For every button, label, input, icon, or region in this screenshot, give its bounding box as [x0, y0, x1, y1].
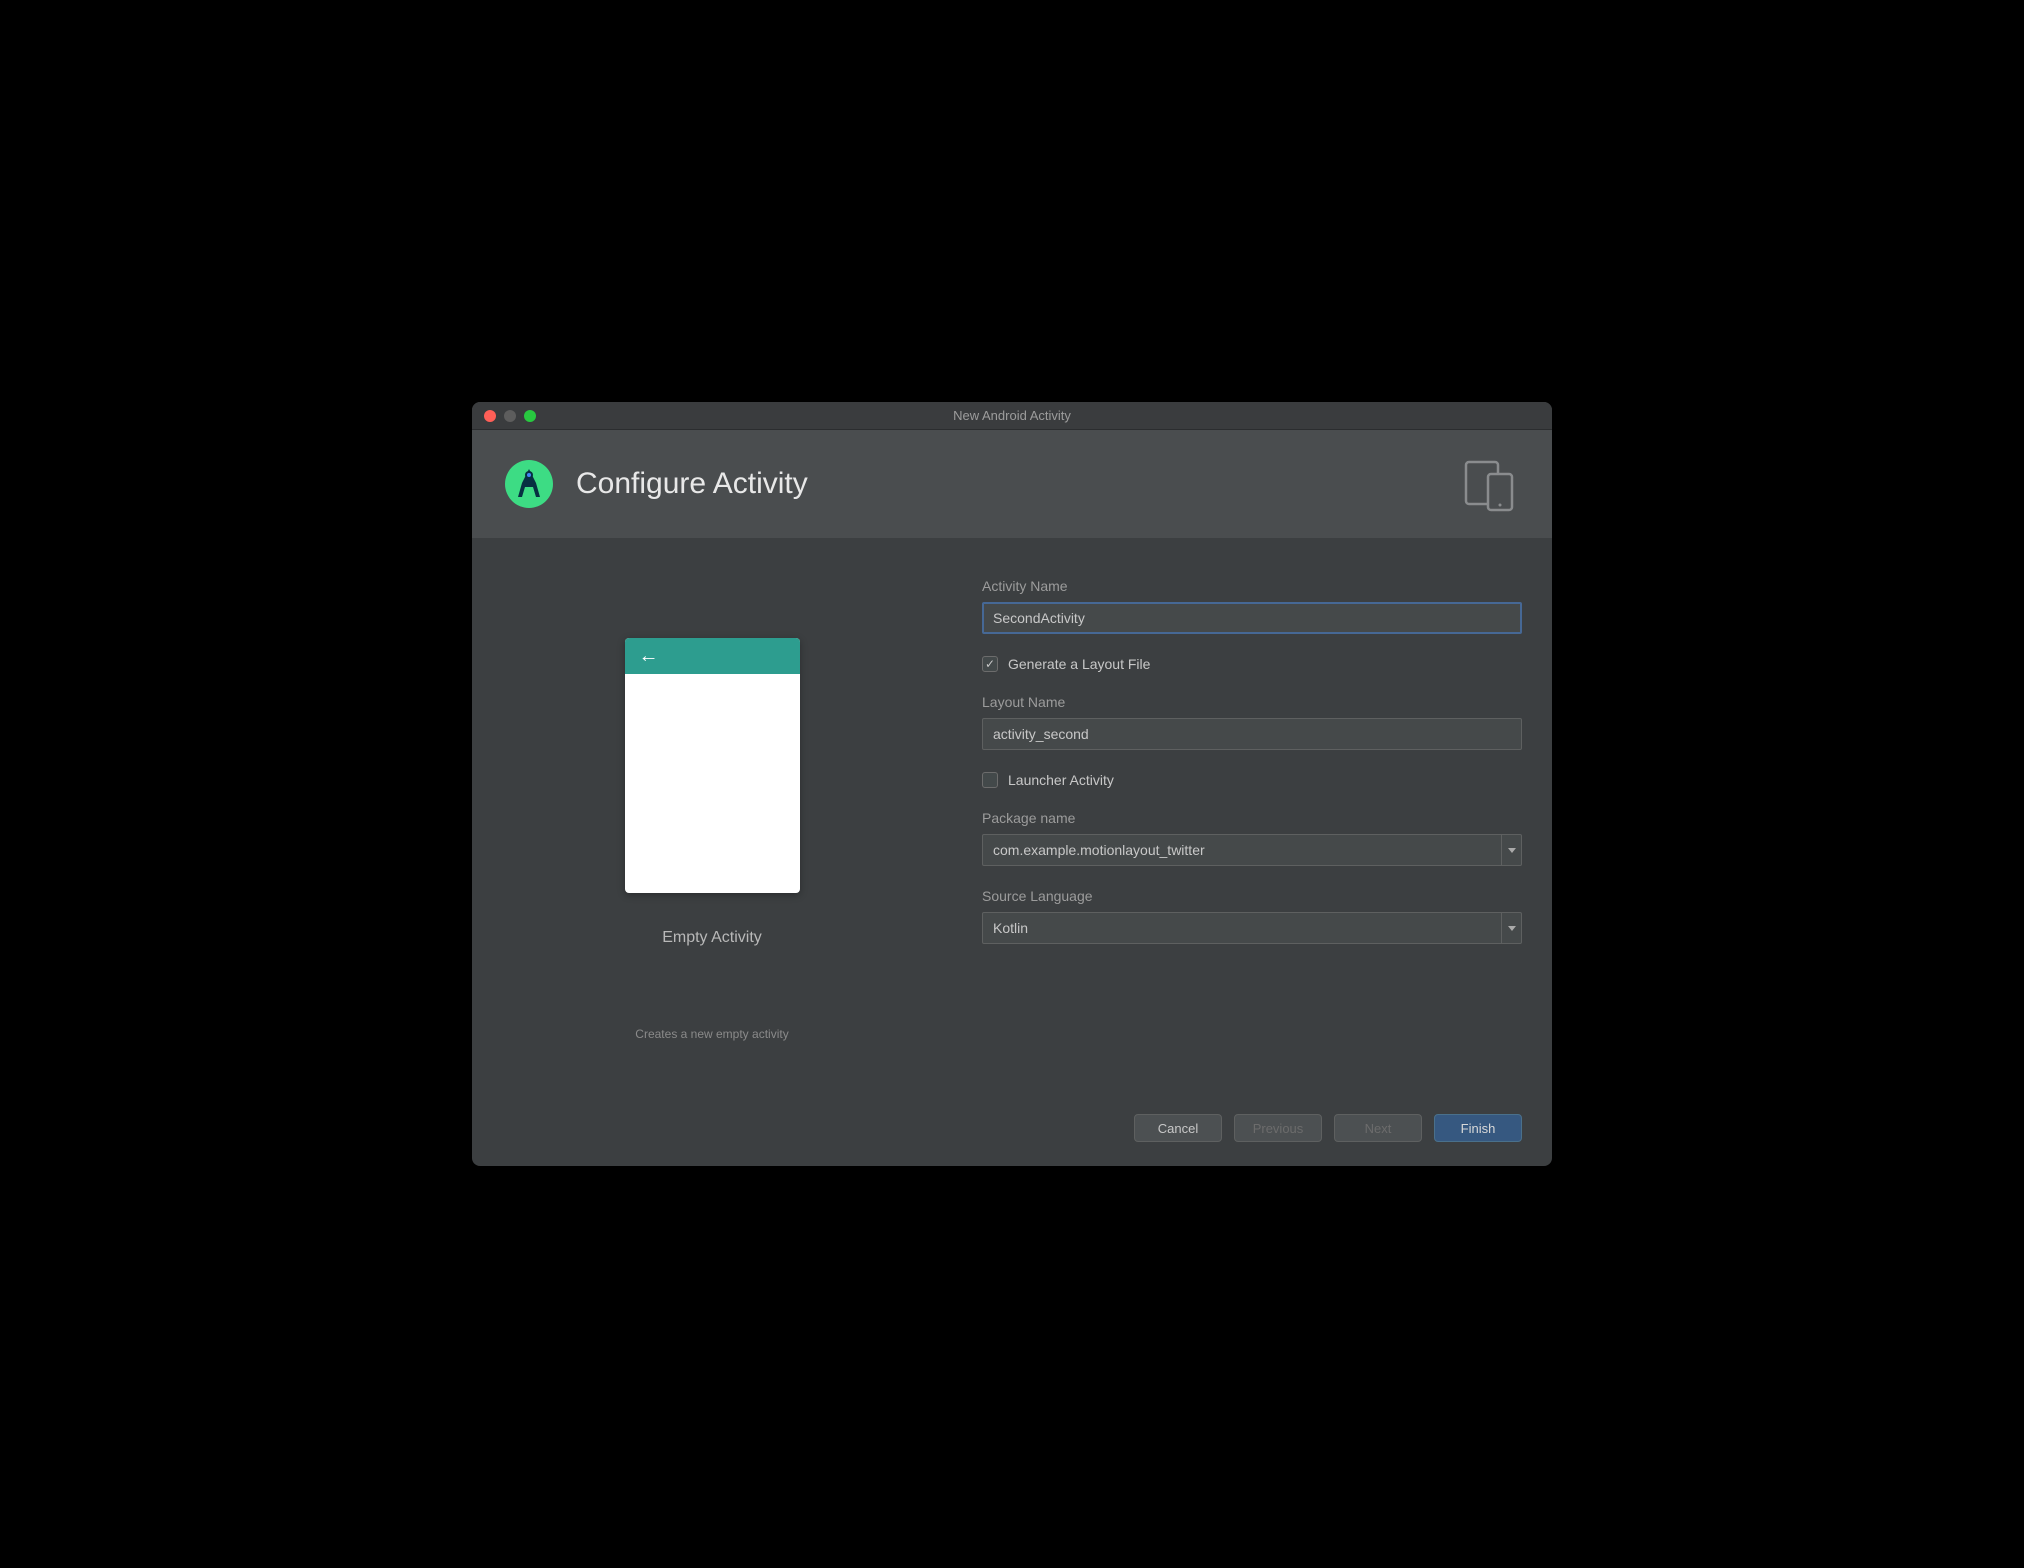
dialog-window: New Android Activity Configure Activity … — [472, 402, 1552, 1166]
chevron-down-icon — [1501, 913, 1521, 943]
launcher-activity-checkbox[interactable] — [982, 772, 998, 788]
activity-name-group: Activity Name — [982, 578, 1522, 634]
activity-name-input[interactable] — [982, 602, 1522, 634]
window-title: New Android Activity — [953, 408, 1071, 423]
generate-layout-checkbox[interactable] — [982, 656, 998, 672]
package-name-value: com.example.motionlayout_twitter — [993, 842, 1205, 858]
form-pane: Activity Name Generate a Layout File Lay… — [922, 578, 1522, 1068]
package-name-select[interactable]: com.example.motionlayout_twitter — [982, 834, 1522, 866]
template-description: Creates a new empty activity — [635, 1027, 788, 1041]
header-left: Configure Activity — [502, 457, 808, 511]
close-button[interactable] — [484, 410, 496, 422]
maximize-button[interactable] — [524, 410, 536, 422]
back-arrow-icon: ← — [639, 645, 659, 668]
generate-layout-label: Generate a Layout File — [1008, 656, 1150, 672]
source-language-label: Source Language — [982, 888, 1522, 904]
titlebar: New Android Activity — [472, 402, 1552, 430]
chevron-down-icon — [1501, 835, 1521, 865]
layout-name-input[interactable] — [982, 718, 1522, 750]
source-language-value: Kotlin — [993, 920, 1028, 936]
launcher-activity-row[interactable]: Launcher Activity — [982, 772, 1522, 788]
page-title: Configure Activity — [576, 467, 808, 501]
activity-name-label: Activity Name — [982, 578, 1522, 594]
content: ← Empty Activity Creates a new empty act… — [472, 538, 1552, 1098]
source-language-group: Source Language Kotlin — [982, 888, 1522, 944]
footer: Cancel Previous Next Finish — [472, 1098, 1552, 1166]
cancel-button[interactable]: Cancel — [1134, 1114, 1222, 1142]
package-name-group: Package name com.example.motionlayout_tw… — [982, 810, 1522, 866]
devices-icon — [1458, 452, 1522, 516]
minimize-button[interactable] — [504, 410, 516, 422]
next-button: Next — [1334, 1114, 1422, 1142]
template-name: Empty Activity — [662, 929, 762, 947]
layout-name-group: Layout Name — [982, 694, 1522, 750]
header: Configure Activity — [472, 430, 1552, 538]
phone-preview: ← — [625, 638, 800, 893]
package-name-label: Package name — [982, 810, 1522, 826]
layout-name-label: Layout Name — [982, 694, 1522, 710]
previous-button: Previous — [1234, 1114, 1322, 1142]
generate-layout-row[interactable]: Generate a Layout File — [982, 656, 1522, 672]
finish-button[interactable]: Finish — [1434, 1114, 1522, 1142]
source-language-select[interactable]: Kotlin — [982, 912, 1522, 944]
android-studio-icon — [502, 457, 556, 511]
launcher-activity-label: Launcher Activity — [1008, 772, 1114, 788]
preview-pane: ← Empty Activity Creates a new empty act… — [502, 578, 922, 1068]
window-controls — [472, 410, 536, 422]
phone-preview-header: ← — [625, 638, 800, 674]
